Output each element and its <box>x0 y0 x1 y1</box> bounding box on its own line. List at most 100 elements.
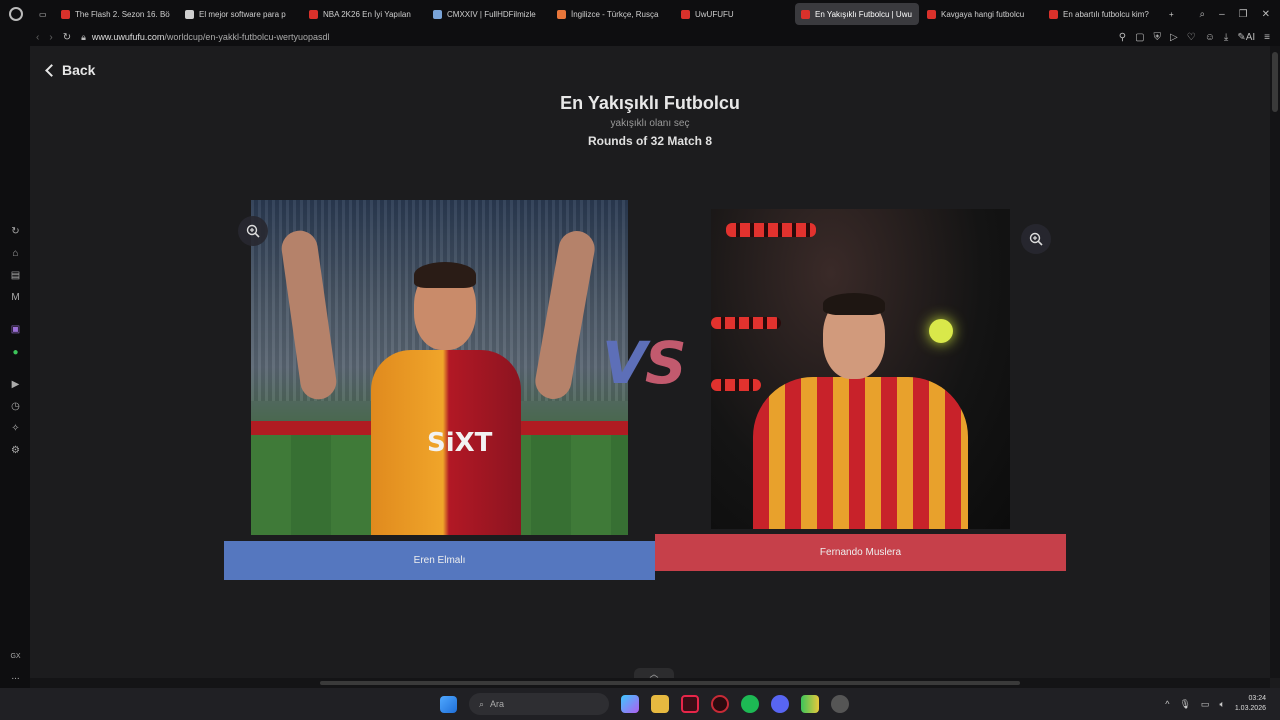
zoom-left-button[interactable] <box>238 216 268 246</box>
extensions-icon[interactable]: ✧ <box>9 422 22 435</box>
tab-label: Kavgaya hangi futbolcu <box>941 9 1025 19</box>
reload-icon[interactable]: ↻ <box>63 32 71 43</box>
play-icon[interactable]: ▷ <box>1170 32 1178 43</box>
profile-icon[interactable]: ☺ <box>1205 32 1215 43</box>
page-content: Back En Yakışıklı Futbolcu yakışıklı ola… <box>30 46 1270 680</box>
tab-label: El mejor software para p <box>199 9 286 19</box>
back-nav-icon[interactable]: ‹ <box>36 32 39 43</box>
close-icon[interactable]: ✕ <box>1262 9 1270 20</box>
cards-icon[interactable]: ▤ <box>9 269 22 282</box>
pin-icon[interactable]: ⚲ <box>1119 32 1126 43</box>
right-player-photo[interactable] <box>711 209 1010 529</box>
more-options-icon[interactable]: ... <box>9 670 22 683</box>
url-host: www.uwufufu.com <box>91 32 165 42</box>
chevron-up-tray-icon[interactable]: ^ <box>1165 699 1169 709</box>
address-bar: ‹ › ↻ 🔒︎ www.uwufufu.com/worldcup/en-yak… <box>30 28 1280 46</box>
tab-label: İngilizce - Türkçe, Rusça <box>571 9 659 19</box>
windows-start-icon[interactable] <box>440 695 457 713</box>
back-button[interactable]: Back <box>44 62 95 78</box>
display-icon[interactable]: ▭ <box>1201 699 1210 710</box>
scrollbar-thumb[interactable] <box>320 681 1020 685</box>
page-subtitle: yakışıklı olanı seç <box>610 118 690 129</box>
search-placeholder: Ara <box>490 699 505 709</box>
opera-gx-taskbar-icon[interactable] <box>681 695 699 713</box>
search-icon: ⌕ <box>479 698 485 709</box>
horizontal-scrollbar[interactable] <box>30 678 1270 688</box>
snapshot-icon[interactable]: ▢ <box>1135 32 1144 43</box>
discord-icon[interactable] <box>771 695 789 713</box>
chevron-left-icon <box>45 63 58 77</box>
opera-gx-logo-icon[interactable] <box>9 7 23 21</box>
maximize-icon[interactable]: ❐ <box>1239 9 1248 20</box>
vertical-scrollbar[interactable] <box>1270 46 1280 678</box>
clock-icon[interactable]: ◷ <box>9 400 22 413</box>
tab-0[interactable]: The Flash 2. Sezon 16. Bö <box>55 3 177 25</box>
tab-8[interactable]: En abartılı futbolcu kim? <box>1043 3 1161 25</box>
light-orb <box>929 319 953 343</box>
app-green-icon[interactable] <box>801 695 819 713</box>
whatsapp-icon[interactable]: ● <box>9 346 22 359</box>
tab-3[interactable]: CMXXIV | FullHDFilmizle <box>427 3 549 25</box>
page-title: En Yakışıklı Futbolcu <box>560 93 740 113</box>
round-info: Rounds of 32 Match 8 <box>587 134 712 148</box>
microphone-icon[interactable]: 🎙︎ <box>1179 699 1190 710</box>
player-icon[interactable]: ▶ <box>9 378 22 391</box>
volume-icon[interactable]: 🔈︎ <box>1219 699 1224 710</box>
tab-label: En Yakışıklı Futbolcu | Uwu <box>815 9 912 19</box>
url-path: /worldcup/en-yakkl-futbolcu-wertyuopasdl <box>164 32 330 42</box>
download-icon[interactable]: ⤓ <box>1224 32 1228 43</box>
zoom-right-button[interactable] <box>1021 224 1051 254</box>
tab-label: NBA 2K26 En İyi Yapılan <box>323 9 411 19</box>
zoom-in-icon <box>246 224 260 238</box>
browser-sidebar: ↻ ⌂ ▤ M ▣ ● ▶ ◷ ✧ ⚙ GX ... <box>0 28 30 688</box>
address-bar-actions: ⚲ ▢ ⛨ ▷ ♡ ☺ ⤓ ✎AI ≡ <box>1119 32 1280 43</box>
player-hair <box>414 262 476 288</box>
heart-icon[interactable]: ♡ <box>1187 32 1196 43</box>
history-refresh-icon[interactable]: ↻ <box>9 225 22 238</box>
window-controls: ⌕ – ❐ ✕ <box>1199 9 1280 20</box>
player-jersey <box>753 377 968 529</box>
bag-icon[interactable]: ⌂ <box>9 247 22 260</box>
file-explorer-icon[interactable] <box>651 695 669 713</box>
tab-6-active[interactable]: En Yakışıklı Futbolcu | Uwu <box>795 3 919 25</box>
choose-right-button[interactable]: Fernando Muslera <box>655 534 1066 571</box>
browser-tab-bar: ▭ The Flash 2. Sezon 16. Bö El mejor sof… <box>0 0 1280 28</box>
twitch-icon[interactable]: ▣ <box>9 323 22 336</box>
new-tab-button[interactable]: + <box>1163 3 1181 25</box>
minimize-icon[interactable]: – <box>1219 9 1225 20</box>
back-label: Back <box>62 62 96 78</box>
taskbar-search[interactable]: ⌕ Ara <box>469 693 609 715</box>
ai-icon[interactable]: ✎AI <box>1237 32 1255 43</box>
shield-icon[interactable]: ⛨ <box>1154 32 1162 43</box>
forward-nav-icon[interactable]: › <box>49 32 52 43</box>
steam-icon[interactable] <box>831 695 849 713</box>
tab-2[interactable]: NBA 2K26 En İyi Yapılan <box>303 3 425 25</box>
search-icon[interactable]: ⌕ <box>1199 9 1205 20</box>
tab-label: En abartılı futbolcu kim? <box>1063 9 1149 19</box>
choose-left-button[interactable]: Eren Elmalı <box>224 541 655 580</box>
settings-gear-icon[interactable]: ⚙ <box>9 444 22 457</box>
clock-time: 03:24 <box>1248 695 1266 702</box>
clock[interactable]: 03:24 1.03.2026 <box>1235 694 1266 714</box>
tab-4[interactable]: İngilizce - Türkçe, Rusça <box>551 3 673 25</box>
spotify-icon[interactable] <box>741 695 759 713</box>
player-hair <box>823 293 885 315</box>
taskbar-apps: ⌕ Ara <box>440 688 849 720</box>
clock-date: 1.03.2026 <box>1234 705 1266 712</box>
left-player-photo[interactable]: SiXT <box>251 200 628 535</box>
lock-icon: 🔒︎ <box>81 31 86 42</box>
app-red-icon[interactable] <box>711 695 729 713</box>
vs-s: S <box>644 329 687 397</box>
zoom-in-icon <box>1029 232 1043 246</box>
scrollbar-thumb[interactable] <box>1272 52 1278 112</box>
gx-corner-label[interactable]: GX <box>9 650 22 663</box>
copilot-icon[interactable] <box>621 695 639 713</box>
tab-menu-icon[interactable]: ▭ <box>33 3 53 25</box>
url-field[interactable]: www.uwufufu.com/worldcup/en-yakkl-futbol… <box>92 32 330 42</box>
tab-5[interactable]: UwUFUFU <box>675 3 793 25</box>
menu-icon[interactable]: ≡ <box>1264 32 1270 43</box>
system-tray: ^ 🎙︎ ▭ 🔈︎ 03:24 1.03.2026 <box>1165 688 1266 720</box>
mail-icon[interactable]: M <box>9 291 22 304</box>
tab-1[interactable]: El mejor software para p <box>179 3 301 25</box>
tab-7[interactable]: Kavgaya hangi futbolcu <box>921 3 1041 25</box>
